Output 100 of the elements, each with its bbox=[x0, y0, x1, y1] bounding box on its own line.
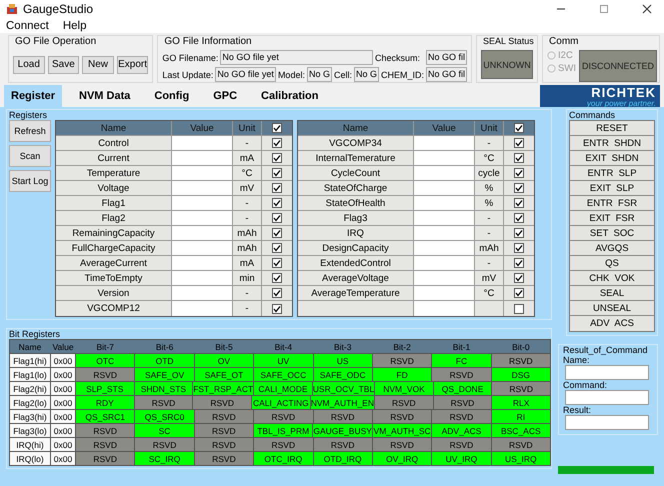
checkbox[interactable] bbox=[272, 198, 282, 208]
unit-cell: °C bbox=[233, 166, 262, 180]
window-title: GaugeStudio bbox=[23, 2, 94, 16]
checkbox[interactable] bbox=[514, 243, 524, 253]
checkbox[interactable] bbox=[514, 258, 524, 268]
checkbox[interactable] bbox=[272, 168, 282, 178]
checkbox[interactable] bbox=[514, 213, 524, 223]
bit-cell: RSVD bbox=[372, 354, 432, 367]
checkbox[interactable] bbox=[514, 228, 524, 238]
unit-cell: - bbox=[233, 286, 262, 300]
bit-cell: OTC_IRQ bbox=[254, 452, 312, 465]
command-button[interactable]: EXIT SLP bbox=[570, 181, 654, 196]
command-button[interactable]: SET SOC bbox=[570, 226, 654, 241]
info-field[interactable]: No GO file yet bbox=[220, 50, 373, 65]
unit-cell: min bbox=[233, 271, 262, 285]
command-button[interactable]: EXIT FSR bbox=[570, 211, 654, 226]
checkbox[interactable] bbox=[272, 183, 282, 193]
register-name: Flag3 bbox=[298, 211, 414, 225]
command-button[interactable]: UNSEAL bbox=[570, 301, 654, 316]
command-button[interactable]: ENTR SHDN bbox=[570, 136, 654, 151]
checkbox[interactable] bbox=[272, 273, 282, 283]
logo-tagline: your power partner. bbox=[586, 99, 656, 108]
info-field[interactable]: No G bbox=[354, 67, 379, 82]
bit-cell: UV bbox=[254, 354, 312, 367]
checkbox[interactable] bbox=[514, 304, 524, 314]
tab[interactable]: Register bbox=[4, 85, 62, 107]
bit-cell: RSVD bbox=[135, 438, 194, 451]
checkbox[interactable] bbox=[514, 198, 524, 208]
command-button[interactable]: RESET bbox=[570, 121, 654, 136]
checkbox[interactable] bbox=[514, 153, 524, 163]
command-button[interactable]: QS bbox=[570, 256, 654, 271]
group-title: GO File Information bbox=[163, 36, 253, 47]
info-field[interactable]: No GO file yet bbox=[215, 67, 276, 82]
tab[interactable]: Config bbox=[147, 85, 196, 107]
checkbox[interactable] bbox=[272, 288, 282, 298]
info-field[interactable]: No GO fil bbox=[426, 67, 468, 82]
register-name: InternalTemerature bbox=[298, 151, 414, 165]
register-name: AverageCurrent bbox=[56, 256, 172, 270]
radio-label: SWI bbox=[558, 63, 576, 74]
register-button[interactable]: Refresh bbox=[9, 120, 51, 142]
file-button[interactable]: Export bbox=[116, 56, 148, 74]
bit-cell: RDY bbox=[76, 396, 134, 409]
bit-cell: USR_OCV_TBL bbox=[312, 382, 374, 395]
input-field[interactable] bbox=[565, 390, 649, 405]
command-button[interactable]: ENTR FSR bbox=[570, 196, 654, 211]
checkbox[interactable] bbox=[272, 138, 282, 148]
checkbox[interactable] bbox=[272, 228, 282, 238]
checkbox[interactable] bbox=[272, 153, 282, 163]
file-button[interactable]: Save bbox=[48, 56, 80, 74]
bit-cell: RSVD bbox=[432, 368, 491, 381]
checkbox[interactable] bbox=[514, 183, 524, 193]
command-button[interactable]: EXIT SHDN bbox=[570, 151, 654, 166]
checkbox[interactable] bbox=[272, 213, 282, 223]
checkbox[interactable] bbox=[272, 304, 282, 314]
close-icon[interactable] bbox=[642, 4, 652, 14]
register-name: IRQ(hi) bbox=[10, 438, 50, 451]
value-cell: 0x00 bbox=[51, 452, 75, 465]
register-name: DesignCapacity bbox=[298, 241, 414, 255]
bit-cell: RSVD bbox=[134, 396, 192, 409]
register-name: Version bbox=[56, 286, 172, 300]
file-button[interactable]: Load bbox=[13, 56, 45, 74]
command-button[interactable]: AVGQS bbox=[570, 241, 654, 256]
command-button[interactable]: ADV ACS bbox=[570, 316, 654, 331]
bit-cell: SAFE_OCC bbox=[254, 368, 312, 381]
input-field[interactable] bbox=[565, 365, 649, 380]
checkbox[interactable] bbox=[272, 258, 282, 268]
tab[interactable]: GPC bbox=[206, 85, 244, 107]
checkbox[interactable] bbox=[514, 288, 524, 298]
column-header: Unit bbox=[233, 121, 262, 135]
checkbox[interactable] bbox=[514, 138, 524, 148]
register-name: Voltage bbox=[56, 181, 172, 195]
tab[interactable]: NVM Data bbox=[72, 85, 138, 107]
command-button[interactable]: SEAL bbox=[570, 286, 654, 301]
info-field[interactable]: No G bbox=[306, 67, 332, 82]
connection-status: DISCONNECTED bbox=[578, 50, 657, 82]
register-button[interactable]: Scan bbox=[9, 145, 51, 167]
menu-item[interactable]: Help bbox=[62, 20, 86, 32]
checkbox[interactable] bbox=[514, 273, 524, 283]
maximize-icon[interactable] bbox=[599, 4, 609, 14]
bit-cell: UV_IRQ bbox=[432, 452, 491, 465]
command-button[interactable]: CHK VOK bbox=[570, 271, 654, 286]
checkbox[interactable] bbox=[514, 123, 524, 133]
value-cell: 0x00 bbox=[51, 424, 75, 437]
menu-item[interactable]: Connect bbox=[6, 20, 49, 32]
tab[interactable]: Calibration bbox=[254, 85, 326, 107]
input-field[interactable] bbox=[565, 415, 649, 430]
register-name: Flag2(lo) bbox=[10, 396, 50, 409]
bit-cell: RSVD bbox=[432, 410, 491, 423]
command-button[interactable]: ENTR SLP bbox=[570, 166, 654, 181]
bit-cell: RSVD bbox=[314, 438, 372, 451]
checkbox[interactable] bbox=[272, 243, 282, 253]
file-button[interactable]: New bbox=[82, 56, 114, 74]
bit-cell: OTD_IRQ bbox=[314, 452, 372, 465]
group-title: Result_of_Command bbox=[563, 345, 649, 355]
info-field[interactable]: No GO fil bbox=[426, 50, 468, 65]
checkbox[interactable] bbox=[514, 168, 524, 178]
checkbox[interactable] bbox=[272, 123, 282, 133]
bit-cell: OTC bbox=[76, 354, 134, 367]
unit-cell: - bbox=[233, 196, 262, 210]
register-button[interactable]: Start Log bbox=[9, 170, 51, 192]
